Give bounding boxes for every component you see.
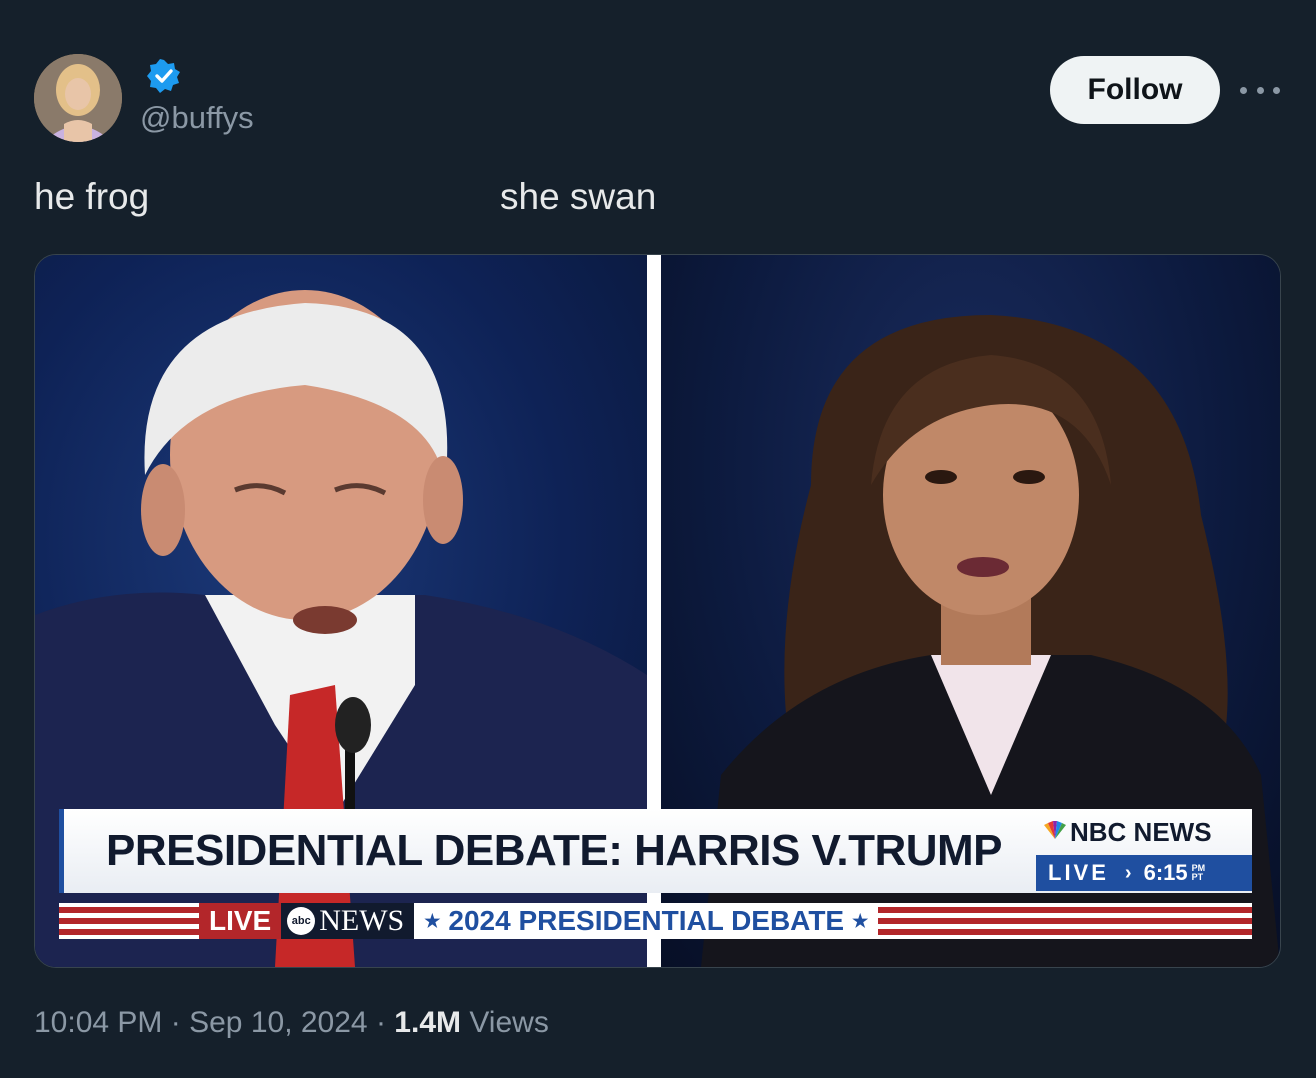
news-lower-third: PRESIDENTIAL DEBATE: HARRIS V.TRUMP NBC … (59, 809, 1252, 967)
network-box: NBC NEWS LIVE › 6:15 PM PT (1036, 809, 1252, 893)
ellipsis-icon[interactable] (1240, 78, 1280, 102)
network-live-label: LIVE (1048, 860, 1109, 885)
avatar[interactable] (34, 54, 122, 142)
tweet-media[interactable]: PRESIDENTIAL DEBATE: HARRIS V.TRUMP NBC … (34, 254, 1281, 968)
tweet-timestamp: 10:04 PM · Sep 10, 2024 · 1.4M Views (34, 1006, 549, 1040)
tweet-time[interactable]: 10:04 PM (34, 1006, 162, 1039)
verified-badge-icon (147, 59, 180, 93)
views-count: 1.4M (394, 1006, 461, 1039)
separator: · (170, 1006, 181, 1039)
headline-bar: PRESIDENTIAL DEBATE: HARRIS V.TRUMP (59, 809, 1039, 893)
ticker: LIVE abc NEWS ★ 2024 PRESIDENTIAL DEBATE… (199, 903, 879, 939)
ticker-news-label: NEWS (319, 904, 405, 937)
star-icon: ★ (424, 910, 441, 931)
abc-logo-icon: abc (287, 907, 316, 935)
views-label: Views (469, 1006, 549, 1039)
chevron-right-icon: › (1124, 861, 1132, 884)
author-handle[interactable]: @buffys (140, 100, 254, 136)
headline-text: PRESIDENTIAL DEBATE: HARRIS V.TRUMP (106, 826, 1003, 875)
network-time-suffix: PM PT (1191, 863, 1206, 882)
follow-button[interactable]: Follow (1050, 56, 1220, 124)
tweet-text-left: he frog (34, 176, 150, 217)
tweet-date[interactable]: Sep 10, 2024 (189, 1006, 368, 1039)
network-time: 6:15 (1143, 860, 1188, 885)
ticker-debate: ★ 2024 PRESIDENTIAL DEBATE ★ (414, 903, 879, 939)
ticker-news: abc NEWS (281, 903, 415, 939)
ticker-debate-text: 2024 PRESIDENTIAL DEBATE (448, 905, 845, 936)
network-live-strip: LIVE › 6:15 PM PT (1036, 855, 1252, 891)
tweet-text-right: she swan (500, 176, 657, 217)
star-icon: ★ (852, 910, 869, 931)
peacock-logo-icon (1044, 821, 1066, 839)
ticker-live: LIVE (199, 903, 282, 939)
separator: · (375, 1006, 386, 1039)
network-name: NBC NEWS (1070, 817, 1212, 847)
